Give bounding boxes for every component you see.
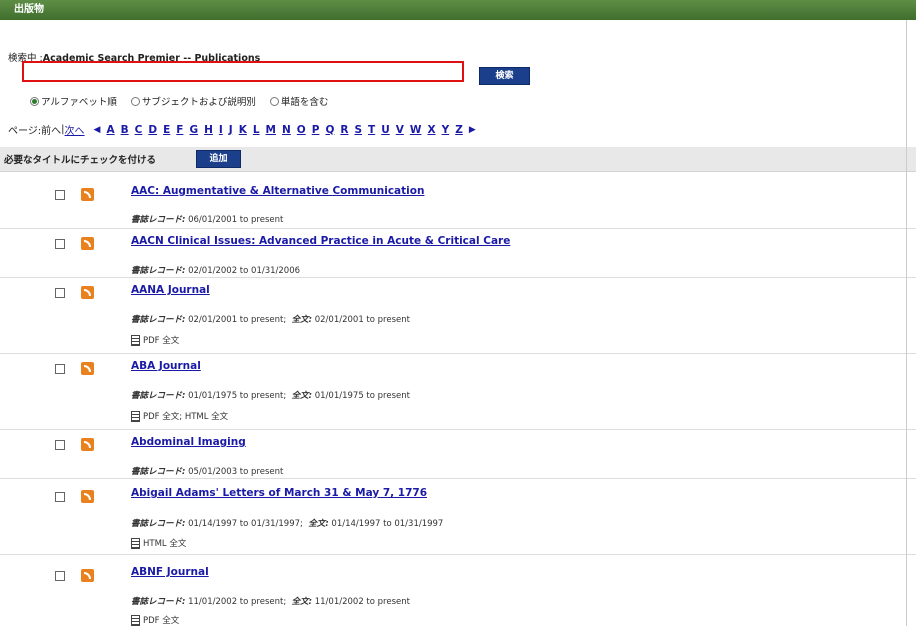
- letter-link[interactable]: N: [282, 124, 291, 136]
- panel-header: 出版物: [0, 0, 916, 20]
- rss-icon[interactable]: [81, 188, 94, 201]
- table-row: Abdominal Imaging 書誌レコード: 05/01/2003 to …: [0, 430, 916, 479]
- table-row: AACN Clinical Issues: Advanced Practice …: [0, 229, 916, 278]
- fulltext-links[interactable]: PDF 全文: [131, 334, 179, 346]
- panel-border: [906, 20, 907, 626]
- letter-link[interactable]: S: [354, 124, 362, 136]
- record-info: 書誌レコード: 01/14/1997 to 01/31/1997; 全文: 01…: [131, 519, 444, 529]
- letter-link[interactable]: R: [340, 124, 348, 136]
- row-checkbox[interactable]: [55, 190, 65, 200]
- letter-link[interactable]: Q: [325, 124, 334, 136]
- letter-link[interactable]: H: [204, 124, 213, 136]
- radio-selected-icon: [30, 96, 39, 106]
- publication-title-link[interactable]: ABA Journal: [131, 360, 201, 372]
- table-row: AANA Journal 書誌レコード: 02/01/2001 to prese…: [0, 278, 916, 354]
- rss-icon[interactable]: [81, 362, 94, 375]
- next-arrow-icon[interactable]: ▶: [469, 125, 476, 135]
- record-info: 書誌レコード: 05/01/2003 to present: [131, 467, 284, 477]
- table-row: Abigail Adams' Letters of March 31 & May…: [0, 479, 916, 555]
- letter-link[interactable]: M: [266, 124, 276, 136]
- rss-icon[interactable]: [81, 286, 94, 299]
- letter-link[interactable]: V: [396, 124, 404, 136]
- prev-arrow-icon[interactable]: ◀: [94, 125, 101, 135]
- add-button[interactable]: 追加: [196, 150, 241, 168]
- row-checkbox[interactable]: [55, 288, 65, 298]
- alphabet-nav: ◀ A B C D E F G H I J K L M N O P Q R S …: [91, 124, 479, 136]
- pdf-icon: [131, 410, 140, 422]
- record-info: 書誌レコード: 02/01/2001 to present; 全文: 02/01…: [131, 315, 410, 325]
- pager-label: ページ:: [8, 126, 42, 137]
- letter-link[interactable]: L: [253, 124, 260, 136]
- letter-link[interactable]: U: [381, 124, 390, 136]
- publication-title-link[interactable]: AACN Clinical Issues: Advanced Practice …: [131, 235, 510, 247]
- letter-link[interactable]: F: [176, 124, 183, 136]
- radio-word[interactable]: 単語を含む: [269, 94, 328, 108]
- publication-title-link[interactable]: ABNF Journal: [131, 566, 209, 578]
- row-checkbox[interactable]: [55, 239, 65, 249]
- row-checkbox[interactable]: [55, 492, 65, 502]
- rss-icon[interactable]: [81, 569, 94, 582]
- publication-title-link[interactable]: AAC: Augmentative & Alternative Communic…: [131, 185, 424, 197]
- pager-next-link[interactable]: 次へ: [65, 122, 85, 137]
- record-info: 書誌レコード: 02/01/2002 to 01/31/2006: [131, 266, 301, 276]
- letter-link[interactable]: Y: [442, 124, 450, 136]
- letter-link[interactable]: W: [410, 124, 422, 136]
- record-info: 書誌レコード: 06/01/2001 to present: [131, 215, 284, 225]
- record-info: 書誌レコード: 11/01/2002 to present; 全文: 11/01…: [131, 597, 410, 607]
- record-info: 書誌レコード: 01/01/1975 to present; 全文: 01/01…: [131, 391, 410, 401]
- radio-subject[interactable]: サブジェクトおよび説明別: [130, 94, 256, 108]
- fulltext-links[interactable]: PDF 全文: [131, 614, 179, 626]
- rss-icon[interactable]: [81, 490, 94, 503]
- letter-link[interactable]: A: [106, 124, 114, 136]
- fulltext-links[interactable]: PDF 全文; HTML 全文: [131, 410, 228, 422]
- letter-link[interactable]: P: [312, 124, 320, 136]
- letter-link[interactable]: O: [297, 124, 306, 136]
- row-checkbox[interactable]: [55, 571, 65, 581]
- search-button[interactable]: 検索: [479, 67, 530, 85]
- letter-link[interactable]: D: [148, 124, 157, 136]
- letter-link[interactable]: J: [229, 124, 233, 136]
- rss-icon[interactable]: [81, 237, 94, 250]
- letter-link[interactable]: T: [368, 124, 375, 136]
- add-bar: 必要なタイトルにチェックを付ける: [0, 147, 916, 172]
- table-row: ABNF Journal 書誌レコード: 11/01/2002 to prese…: [0, 555, 916, 626]
- letter-link[interactable]: B: [121, 124, 129, 136]
- letter-link[interactable]: C: [135, 124, 143, 136]
- letter-link[interactable]: K: [239, 124, 247, 136]
- letter-link[interactable]: I: [219, 124, 223, 136]
- letter-link[interactable]: G: [189, 124, 198, 136]
- row-checkbox[interactable]: [55, 364, 65, 374]
- rss-icon[interactable]: [81, 438, 94, 451]
- table-row: AAC: Augmentative & Alternative Communic…: [0, 172, 916, 229]
- letter-link[interactable]: Z: [455, 124, 463, 136]
- table-row: ABA Journal 書誌レコード: 01/01/1975 to presen…: [0, 354, 916, 430]
- search-input[interactable]: [22, 61, 464, 82]
- publication-title-link[interactable]: Abigail Adams' Letters of March 31 & May…: [131, 487, 427, 499]
- letter-link[interactable]: E: [163, 124, 170, 136]
- pdf-icon: [131, 614, 140, 626]
- fulltext-links[interactable]: HTML 全文: [131, 537, 186, 549]
- radio-unselected-icon: [269, 96, 279, 106]
- html-icon: [131, 537, 140, 549]
- radio-unselected-icon: [130, 96, 140, 106]
- check-instructions: 必要なタイトルにチェックを付ける: [4, 155, 157, 166]
- radio-alphabetical[interactable]: アルファベット順: [30, 94, 117, 108]
- pager-prev: 前へ: [41, 126, 62, 137]
- search-mode-options: アルファベット順 サブジェクトおよび説明別 単語を含む: [30, 94, 328, 108]
- letter-link[interactable]: X: [427, 124, 435, 136]
- publication-title-link[interactable]: AANA Journal: [131, 284, 210, 296]
- pagination: ページ: 前へ | 次へ ◀ A B C D E F G H I J K L M…: [8, 122, 479, 138]
- pdf-icon: [131, 334, 140, 346]
- panel-title: 出版物: [14, 4, 44, 15]
- row-checkbox[interactable]: [55, 440, 65, 450]
- publication-title-link[interactable]: Abdominal Imaging: [131, 436, 246, 448]
